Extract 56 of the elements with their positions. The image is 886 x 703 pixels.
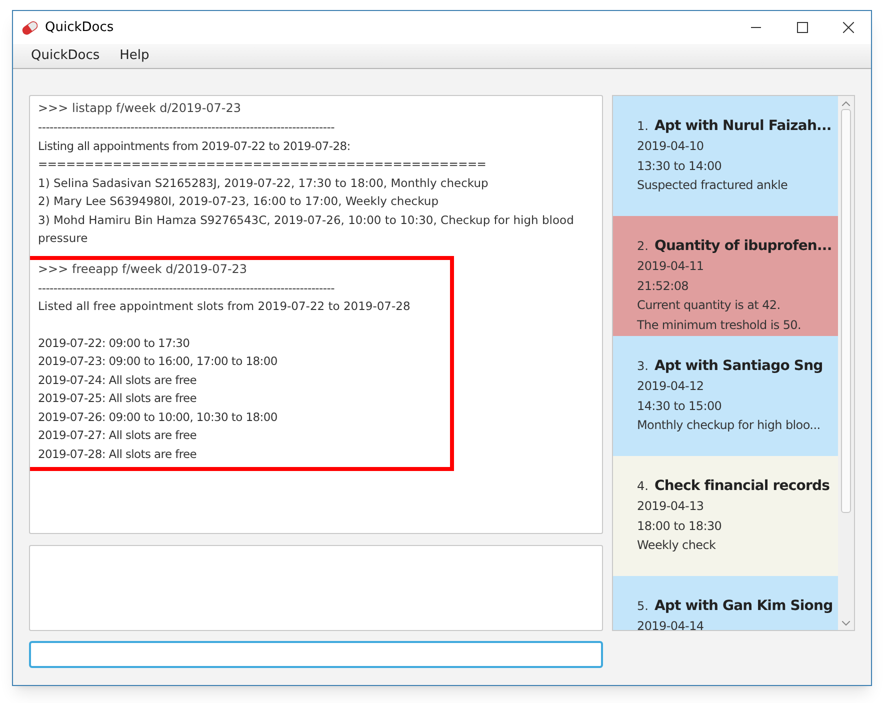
output-line: 2019-07-26: 09:00 to 10:00, 10:30 to 18:00 [38,408,278,426]
card-detail: Current quantity is at 42. [637,297,782,314]
output-line: ----------------------------------------------------------------------------- [38,280,336,296]
card-number: 5. [637,598,648,615]
command-echo: >>> freeapp f/week d/2019-07-23 [38,260,248,278]
card-detail: 2019-04-12 [637,378,705,395]
card-detail: Suspected fractured ankle [637,177,789,194]
output-line: 2019-07-27: All slots are free [38,427,198,444]
card-detail: 2019-04-14 [637,618,705,630]
card-number: 4. [637,478,648,495]
card-number: 1. [637,118,648,135]
close-icon [842,22,854,33]
window-title: QuickDocs [45,18,114,37]
output-line: ================================================ [38,156,488,173]
command-echo: >>> listapp f/week d/2019-07-23 [38,100,242,117]
card-title: Apt with Gan Kim Siong [654,597,833,616]
list-card[interactable]: 1. Apt with Nurul Faizah... 2019-04-10 13:30 to 14:00 Suspected fractured ankle [613,96,838,216]
output-line: 2) Mary Lee S6394980I, 2019-07-23, 16:00 to 17:00, Weekly checkup [38,193,440,210]
card-title: Check financial records [654,477,830,496]
card-detail: 13:30 to 14:00 [637,158,723,174]
card-detail: 2019-04-11 [637,258,705,275]
output-line: 1) Selina Sadasivan S2165283J, 2019-07-22, 17:30 to 18:00, Monthly checkup [38,174,490,192]
output-line: Listing all appointments from 2019-07-22 to 2019-07-28: [38,138,352,154]
output-line: 2019-07-22: 09:00 to 17:30 [38,334,191,352]
card-title: Apt with Nurul Faizah... [654,117,832,136]
list-card[interactable]: 5. Apt with Gan Kim Siong 2019-04-14 [613,576,838,630]
list-card[interactable]: 4. Check financial records 2019-04-13 18:00 to 18:30 Weekly check [613,456,838,576]
maximize-icon [796,22,808,33]
menu-item[interactable]: QuickDocs [21,46,110,66]
card-detail: Weekly check [637,537,717,554]
card-detail: 14:30 to 15:00 [637,398,723,414]
card-title: Apt with Santiago Sng [654,357,823,376]
card-detail: The minimum treshold is 50. [637,316,802,334]
card-detail: 21:52:08 [637,278,690,294]
card-detail: Monthly checkup for high bloo... [637,417,822,434]
scroll-thumb[interactable] [841,109,852,513]
output-line: 2019-07-24: All slots are free [38,372,198,388]
scroll-down-icon[interactable] [842,621,850,626]
output-line: 2019-07-23: 09:00 to 16:00, 17:00 to 18:00 [38,353,278,370]
card-detail: 2019-04-13 [637,498,705,515]
card-detail: 18:00 to 18:30 [637,518,723,534]
minimize-icon [751,27,761,28]
card-title: Quantity of ibuprofen... [654,237,832,256]
menu-item[interactable]: Help [110,46,160,66]
card-number: 2. [637,238,648,255]
output-line: 3) Mohd Hamiru Bin Hamza S9276543C, 2019-07-26, 10:00 to 10:30, Checkup for high blood pressure [38,212,575,247]
output-line: Listed all free appointment slots from 2019-07-22 to 2019-07-28 [38,298,412,315]
output-line: ----------------------------------------------------------------------------- [38,119,336,136]
card-detail: 2019-04-10 [637,138,705,155]
output-line: 2019-07-28: All slots are free [38,446,198,462]
command-input[interactable] [29,641,603,668]
output-line: 2019-07-25: All slots are free [38,390,198,407]
card-number: 3. [637,358,648,375]
list-card[interactable]: 3. Apt with Santiago Sng 2019-04-12 14:30 to 15:00 Monthly checkup for high bloo... [613,336,838,456]
scroll-up-icon[interactable] [842,101,850,106]
list-card[interactable]: 2. Quantity of ibuprofen... 2019-04-11 21:52:08 Current quantity is at 42. The minimum treshold is 50. [613,216,838,336]
